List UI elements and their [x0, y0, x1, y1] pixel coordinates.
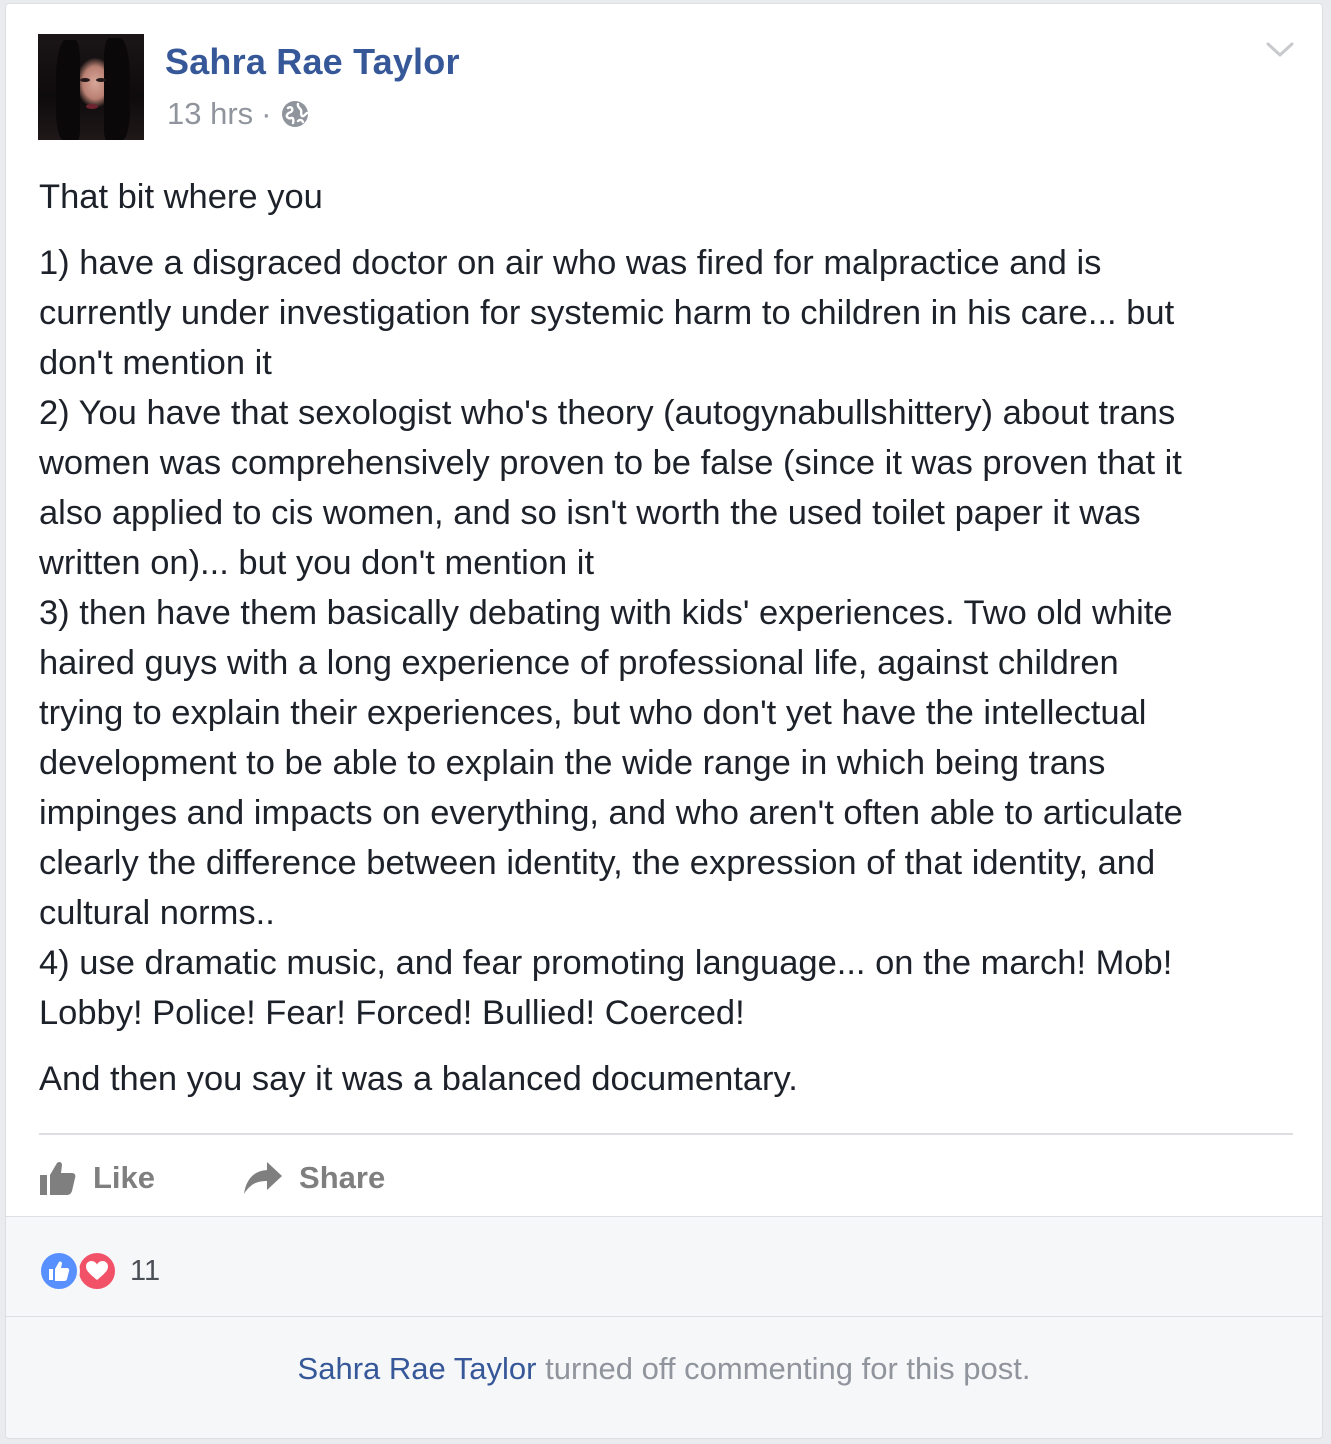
- post-body: That bit where you 1) have a disgraced d…: [39, 172, 1299, 1120]
- post-card: Sahra Rae Taylor 13 hrs · That bit where…: [5, 3, 1323, 1439]
- comments-divider: [6, 1316, 1322, 1317]
- post-line: currently under investigation for system…: [39, 294, 1175, 332]
- share-arrow-icon: [244, 1162, 283, 1194]
- post-actions: Like Share: [39, 1152, 385, 1204]
- post-line: trying to explain their experiences, but…: [39, 694, 1147, 732]
- post-line: development to be able to explain the wi…: [39, 744, 1106, 782]
- post-line: 2) You have that sexologist who's theory…: [39, 394, 1176, 432]
- post-line: also applied to cis women, and so isn't …: [39, 494, 1141, 532]
- globe-icon[interactable]: [280, 99, 310, 129]
- post-line: cultural norms..: [39, 894, 275, 932]
- post-list: 1) have a disgraced doctor on air who wa…: [39, 238, 1299, 1038]
- love-reaction-icon: [76, 1250, 118, 1292]
- post-meta: 13 hrs ·: [167, 96, 310, 132]
- reaction-count[interactable]: 11: [130, 1255, 160, 1288]
- meta-separator: ·: [261, 96, 272, 131]
- author-name[interactable]: Sahra Rae Taylor: [165, 41, 460, 83]
- post-intro: That bit where you: [39, 178, 323, 216]
- chevron-down-icon[interactable]: [1264, 40, 1296, 60]
- reactions-section: 11 Sahra Rae Taylor turned off commentin…: [6, 1216, 1322, 1438]
- actions-divider: [39, 1133, 1293, 1135]
- avatar[interactable]: [38, 34, 144, 140]
- post-line: written on)... but you don't mention it: [39, 544, 595, 582]
- post-line: 4) use dramatic music, and fear promotin…: [39, 944, 1173, 982]
- post-line: Lobby! Police! Fear! Forced! Bullied! Co…: [39, 994, 745, 1032]
- reaction-summary[interactable]: 11: [38, 1249, 160, 1293]
- like-reaction-icon: [38, 1250, 80, 1292]
- post-line: 1) have a disgraced doctor on air who wa…: [39, 244, 1102, 282]
- notice-text: turned off commenting for this post.: [536, 1351, 1031, 1386]
- post-line: 3) then have them basically debating wit…: [39, 594, 1173, 632]
- post-line: haired guys with a long experience of pr…: [39, 644, 1119, 682]
- post-line: impinges and impacts on everything, and …: [39, 794, 1183, 832]
- like-button[interactable]: Like: [39, 1159, 155, 1197]
- post-line: women was comprehensively proven to be f…: [39, 444, 1182, 482]
- like-label: Like: [93, 1160, 156, 1195]
- share-label: Share: [299, 1160, 386, 1195]
- post-closing: And then you say it was a balanced docum…: [39, 1060, 798, 1098]
- post-line: clearly the difference between identity,…: [39, 844, 1156, 882]
- comments-disabled-notice: Sahra Rae Taylor turned off commenting f…: [6, 1351, 1322, 1387]
- share-button[interactable]: Share: [243, 1160, 385, 1196]
- thumbs-up-icon: [40, 1161, 76, 1195]
- post-line: don't mention it: [39, 344, 272, 382]
- notice-author-link[interactable]: Sahra Rae Taylor: [298, 1351, 537, 1386]
- timestamp[interactable]: 13 hrs: [167, 96, 253, 132]
